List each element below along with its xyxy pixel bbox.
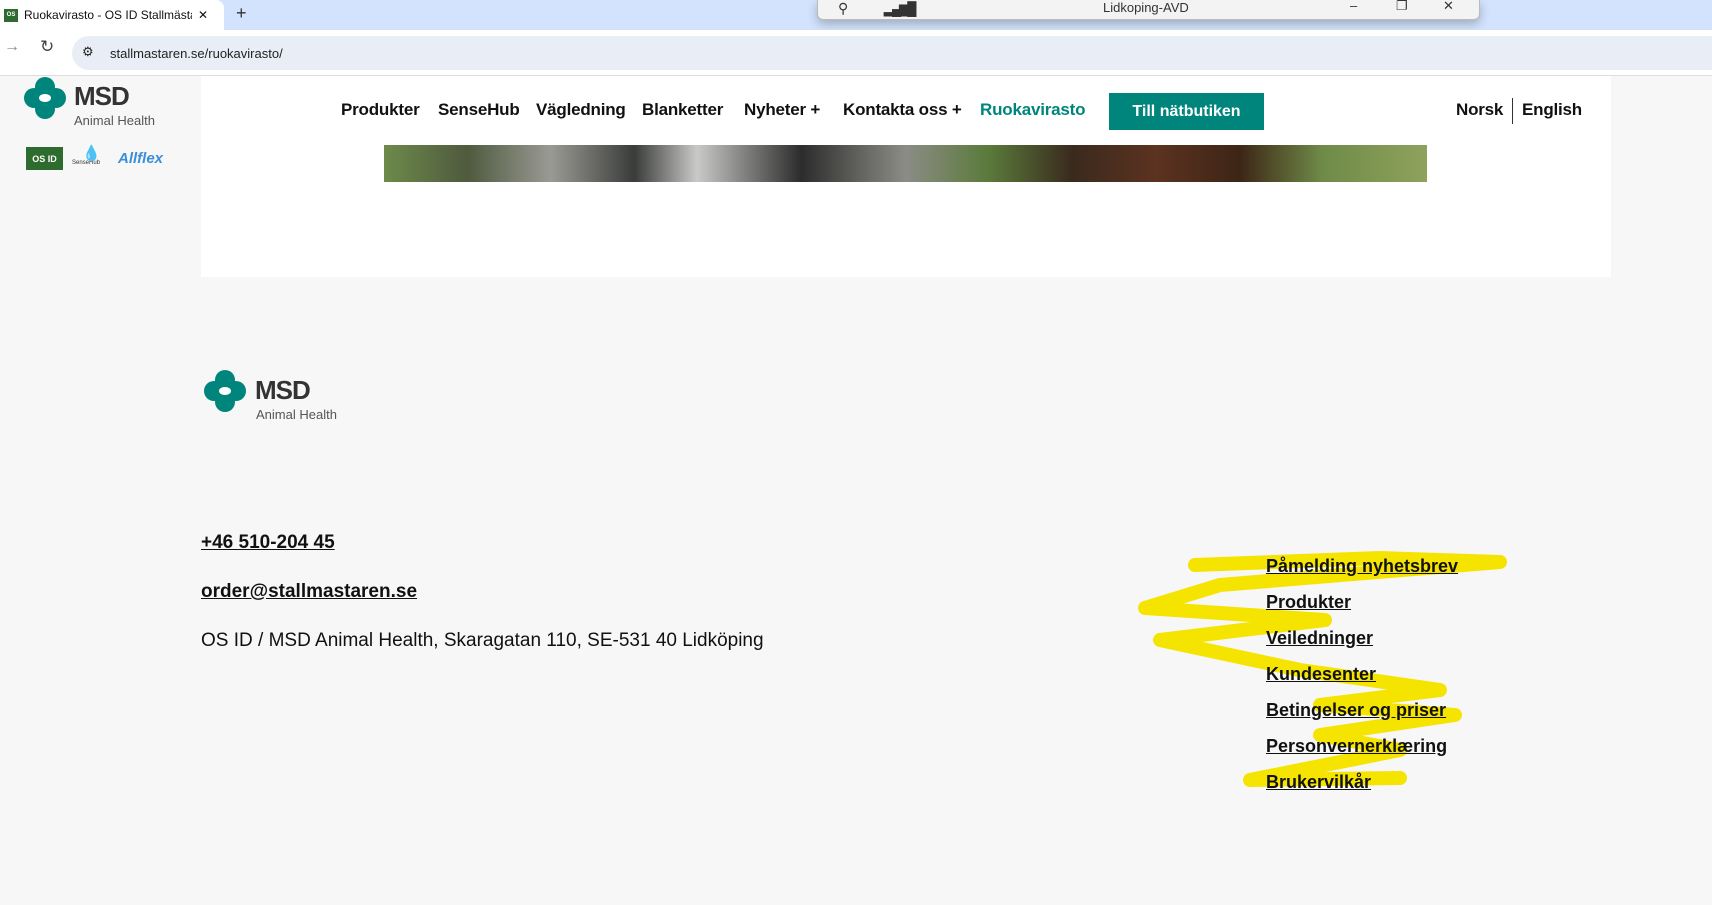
yellow-scribble-annotation <box>1138 551 1507 787</box>
footer-link-betingelser[interactable]: Betingelser og priser <box>1266 700 1446 721</box>
footer-link-personvern[interactable]: Personvernerklæring <box>1266 736 1447 757</box>
footer-link-veiledninger[interactable]: Veiledninger <box>1266 628 1373 649</box>
footer-link-kundesenter[interactable]: Kundesenter <box>1266 664 1376 685</box>
footer-link-brukervilkar[interactable]: Brukervilkår <box>1266 772 1371 793</box>
footer-link-newsletter[interactable]: Påmelding nyhetsbrev <box>1266 556 1458 577</box>
footer-link-produkter[interactable]: Produkter <box>1266 592 1351 613</box>
